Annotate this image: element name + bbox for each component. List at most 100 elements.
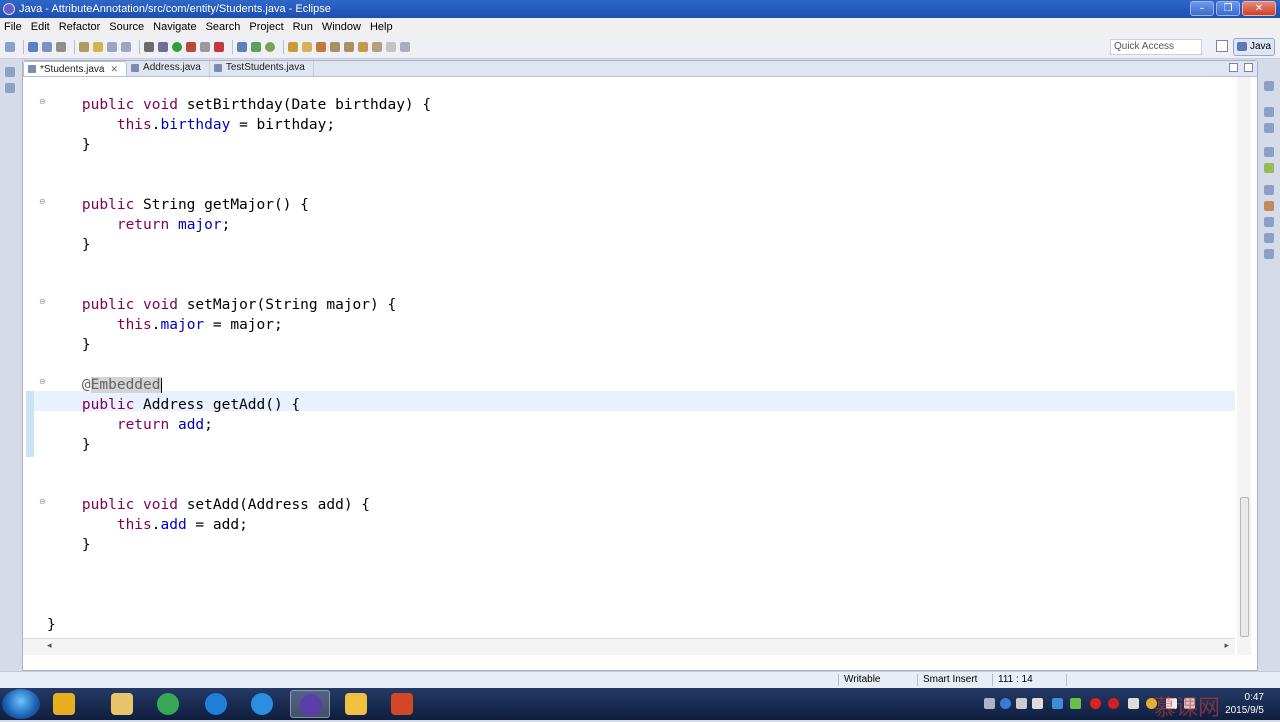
menu-window[interactable]: Window: [322, 21, 361, 33]
code-line: this.major = major;: [116, 317, 283, 333]
taskbar-powerpoint[interactable]: [382, 690, 422, 718]
fold-collapse-icon[interactable]: ⊖: [39, 97, 46, 106]
close-tab-icon[interactable]: ✕: [111, 64, 119, 74]
taskbar-chrome[interactable]: [148, 690, 188, 718]
app-tray-icon[interactable]: [1090, 698, 1101, 709]
toggle-block-selection-icon[interactable]: [93, 41, 103, 52]
fold-collapse-icon[interactable]: ⊖: [39, 197, 46, 206]
restore-view-icon[interactable]: [1264, 147, 1274, 157]
horizontal-scrollbar[interactable]: ◂ ▸: [23, 638, 1235, 655]
new-java-project-icon[interactable]: [237, 41, 247, 52]
minimize-button[interactable]: –: [1190, 1, 1214, 16]
tab-students-java[interactable]: *Students.java ✕: [23, 61, 128, 76]
open-type-icon[interactable]: [288, 41, 298, 52]
code-editor[interactable]: ⊖ public void setBirthday(Date birthday)…: [23, 77, 1235, 655]
show-whitespace-icon[interactable]: [107, 41, 117, 52]
progress-icon[interactable]: [1264, 249, 1274, 259]
taskbar-explorer[interactable]: [102, 690, 142, 718]
ime-icon[interactable]: [1016, 698, 1027, 709]
scroll-right-icon[interactable]: ▸: [1224, 641, 1229, 651]
eclipse-icon: [300, 694, 322, 716]
volume-icon[interactable]: [1128, 698, 1139, 709]
fold-collapse-icon[interactable]: ⊖: [39, 297, 46, 306]
taskbar-app[interactable]: [336, 690, 376, 718]
menu-search[interactable]: Search: [206, 21, 241, 33]
skype-icon: [251, 693, 273, 715]
restore-view-icon[interactable]: [5, 67, 15, 77]
clock[interactable]: 0:47 2015/9/5: [1225, 691, 1264, 717]
open-task-icon[interactable]: [302, 41, 312, 52]
taskbar-app[interactable]: [242, 690, 282, 718]
menu-project[interactable]: Project: [249, 21, 283, 33]
minimize-editor-icon[interactable]: [1229, 63, 1238, 72]
code-line: return add;: [116, 417, 213, 433]
task-list-icon[interactable]: [1264, 123, 1274, 133]
next-annotation-icon[interactable]: [330, 41, 340, 52]
fold-collapse-icon[interactable]: ⊖: [39, 377, 46, 386]
maximize-editor-icon[interactable]: [1244, 63, 1253, 72]
java-perspective-button[interactable]: Java: [1233, 38, 1275, 56]
menu-edit[interactable]: Edit: [31, 21, 50, 33]
restore-view-icon[interactable]: [1264, 185, 1274, 195]
new-icon[interactable]: [5, 41, 15, 52]
outline-icon[interactable]: [1264, 107, 1274, 117]
window-title: Java - AttributeAnnotation/src/com/entit…: [19, 3, 331, 15]
taskbar-eclipse[interactable]: [290, 690, 330, 718]
stop-icon[interactable]: [200, 41, 210, 52]
menu-source[interactable]: Source: [109, 21, 144, 33]
scroll-left-icon[interactable]: ◂: [47, 641, 52, 651]
windows-flag-icon[interactable]: [1052, 698, 1063, 709]
debug-icon[interactable]: [158, 41, 168, 52]
external-tools-icon[interactable]: [214, 41, 224, 52]
toggle-breadcrumb-icon[interactable]: [121, 41, 131, 52]
sogou-icon: [205, 693, 227, 715]
restore-button[interactable]: ❐: [1216, 1, 1240, 16]
menu-navigate[interactable]: Navigate: [153, 21, 196, 33]
package-explorer-icon[interactable]: [5, 83, 15, 93]
run-icon[interactable]: [172, 41, 182, 52]
save-all-icon[interactable]: [42, 41, 52, 52]
shield-icon[interactable]: [1070, 698, 1081, 709]
tab-label: TestStudents.java: [225, 62, 305, 73]
last-edit-icon[interactable]: [358, 41, 368, 52]
search-icon[interactable]: [316, 41, 326, 52]
editor-tabs: *Students.java ✕ Address.java TestStudent…: [23, 61, 1257, 77]
tab-teststudents-java[interactable]: TestStudents.java: [210, 61, 314, 76]
quick-access-input[interactable]: Quick Access: [1110, 39, 1202, 55]
start-button[interactable]: [2, 689, 40, 719]
javadoc-icon[interactable]: [1264, 201, 1274, 211]
menu-refactor[interactable]: Refactor: [59, 21, 101, 33]
console-icon[interactable]: [1264, 233, 1274, 243]
eclipse-icon: [3, 3, 15, 15]
save-icon[interactable]: [28, 41, 38, 52]
menu-run[interactable]: Run: [293, 21, 313, 33]
print-icon[interactable]: [56, 41, 66, 52]
forward-icon[interactable]: [386, 41, 396, 52]
coverage-icon[interactable]: [186, 41, 196, 52]
help-icon[interactable]: [1000, 698, 1011, 709]
restore-view-icon[interactable]: [1264, 81, 1274, 91]
app-tray-icon[interactable]: [1108, 698, 1119, 709]
show-hidden-icons-icon[interactable]: [1032, 698, 1043, 709]
declaration-icon[interactable]: [1264, 217, 1274, 227]
new-class-icon[interactable]: [265, 41, 275, 52]
menu-file[interactable]: File: [4, 21, 22, 33]
new-package-icon[interactable]: [251, 41, 261, 52]
vertical-scrollbar[interactable]: [1237, 77, 1251, 655]
scrollbar-thumb[interactable]: [1240, 497, 1249, 637]
problems-icon[interactable]: [1264, 163, 1274, 173]
fold-collapse-icon[interactable]: ⊖: [39, 497, 46, 506]
pin-editor-icon[interactable]: [400, 41, 410, 52]
menu-help[interactable]: Help: [370, 21, 393, 33]
toggle-mark-occurrences-icon[interactable]: [79, 41, 89, 52]
code-line: public void setBirthday(Date birthday) {: [47, 97, 432, 113]
taskbar-app[interactable]: [196, 690, 236, 718]
keyboard-icon[interactable]: [984, 698, 995, 709]
close-button[interactable]: ✕: [1242, 1, 1276, 16]
skip-breakpoints-icon[interactable]: [144, 41, 154, 52]
taskbar-app[interactable]: [44, 690, 84, 718]
back-icon[interactable]: [372, 41, 382, 52]
previous-annotation-icon[interactable]: [344, 41, 354, 52]
tab-address-java[interactable]: Address.java: [127, 61, 210, 76]
open-perspective-icon[interactable]: [1216, 40, 1228, 52]
